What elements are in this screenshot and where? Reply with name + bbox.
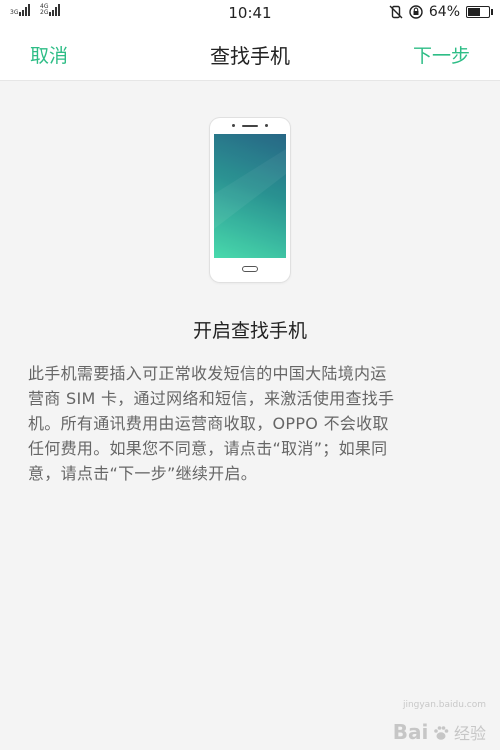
phone-speaker bbox=[242, 125, 258, 127]
feature-description: 此手机需要插入可正常收发短信的中国大陆境内运 营商 SIM 卡，通过网络和短信，… bbox=[28, 361, 474, 486]
status-bar: 3G 4G 2G 10:41 64% bbox=[0, 0, 500, 26]
description-line: 此手机需要插入可正常收发短信的中国大陆境内运 bbox=[28, 364, 387, 383]
rotation-lock-icon bbox=[409, 5, 423, 19]
battery-percent: 64% bbox=[428, 4, 460, 20]
description-line: 任何费用。如果您不同意，请点击“取消”；如果同 bbox=[28, 439, 388, 458]
next-step-button[interactable]: 下一步 bbox=[413, 41, 470, 68]
description-line: 机。所有通讯费用由运营商收取，OPPO 不会收取 bbox=[28, 414, 389, 433]
watermark-url: jingyan.baidu.com bbox=[402, 700, 486, 710]
status-right-group: 64% bbox=[389, 4, 493, 20]
phone-screen bbox=[214, 134, 286, 258]
baidu-jingyan-watermark: Bai 经验 bbox=[393, 720, 486, 744]
watermark-logo-text: Bai bbox=[392, 720, 429, 744]
feature-heading: 开启查找手机 bbox=[192, 320, 307, 342]
phone-home-button bbox=[242, 266, 258, 272]
phone-camera-dot bbox=[232, 124, 235, 127]
phone-sensor-dot bbox=[265, 124, 268, 127]
battery-icon bbox=[466, 6, 493, 18]
watermark-logo-suffix: 经验 bbox=[453, 724, 486, 743]
vibrate-icon bbox=[389, 5, 403, 19]
phone-illustration bbox=[210, 118, 290, 282]
description-line: 意，请点击“下一步”继续开启。 bbox=[28, 464, 258, 483]
paw-icon bbox=[432, 726, 454, 742]
find-phone-screen: 3G 4G 2G 10:41 64% 取消 查找手机 下一步 开启查找手机 此手… bbox=[0, 0, 500, 750]
description-line: 营商 SIM 卡，通过网络和短信，来激活使用查找手 bbox=[28, 389, 395, 408]
battery-fill bbox=[468, 8, 481, 16]
phone-screen-glare bbox=[214, 134, 286, 258]
nav-bar: 取消 查找手机 下一步 bbox=[0, 26, 500, 81]
